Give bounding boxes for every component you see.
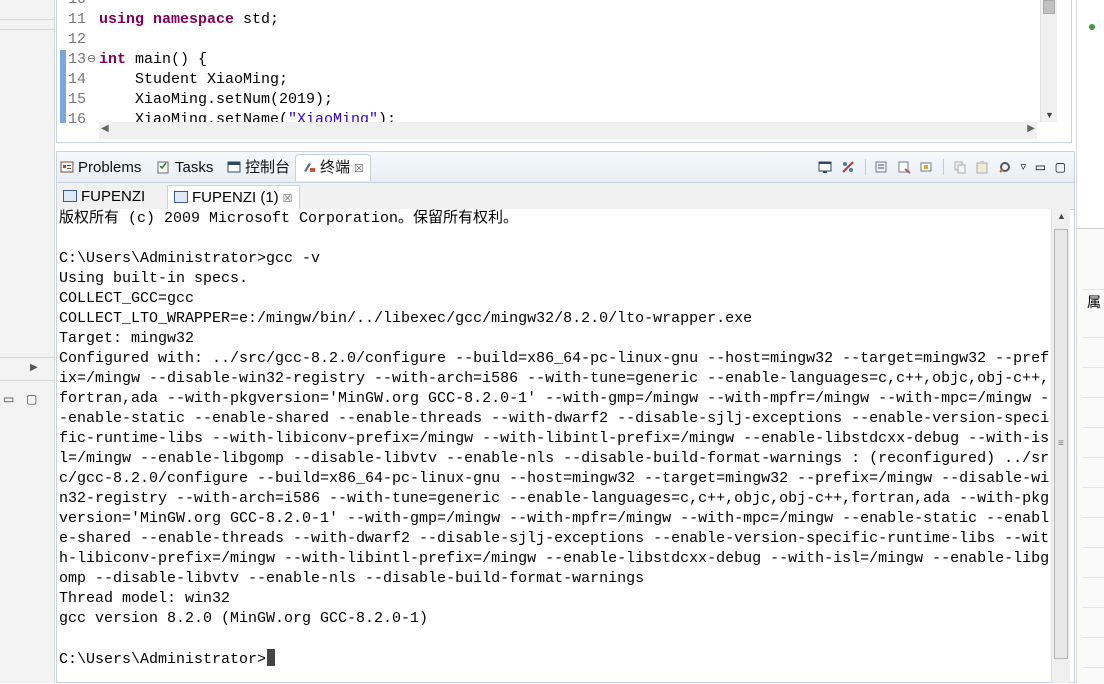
terminal-line: -enable-static --enable-shared --enable-… (59, 410, 1050, 427)
scroll-thumb[interactable]: ≡ (1054, 229, 1068, 659)
paste-icon[interactable] (975, 160, 989, 174)
settings-icon[interactable] (998, 160, 1012, 174)
disconnect-icon[interactable] (841, 160, 855, 174)
tab-terminal[interactable]: 终端 ☒ (295, 154, 371, 181)
session-tab-label: FUPENZI (1) (192, 189, 279, 206)
line-number: 14 (68, 71, 87, 88)
terminal-line: omp --disable-libvtv --enable-nls --disa… (59, 570, 645, 587)
minimize-icon[interactable]: ▭ (3, 392, 14, 406)
line-number: 13 (68, 51, 87, 68)
tab-tasks[interactable]: Tasks (157, 155, 213, 181)
clear-console-icon[interactable] (897, 160, 911, 174)
code-text: XiaoMing.setNum(2019); (99, 91, 334, 108)
code-text: int main() { (99, 51, 208, 68)
problems-icon (60, 161, 74, 173)
terminal-line: n32-registry --with-arch=i586 --with-tun… (59, 490, 1050, 507)
terminal-prompt[interactable]: C:\Users\Administrator> (58, 649, 1052, 669)
editor-horizontal-scrollbar[interactable]: ◀ ▶ (99, 122, 1037, 139)
terminal-line: Target: mingw32 (59, 330, 195, 347)
terminal-line: h-libiconv-prefix=/mingw --with-libintl-… (59, 550, 1050, 567)
terminal-output[interactable]: 版权所有 (c) 2009 Microsoft Corporation。保留所有… (58, 209, 1052, 681)
terminal-line: c/gcc-8.2.0/configure --build=x86_64-pc-… (59, 470, 1050, 487)
view-menu-icon[interactable]: ▿ (1021, 160, 1027, 174)
close-icon[interactable]: ☒ (283, 193, 293, 205)
tab-console[interactable]: 控制台 (227, 155, 290, 181)
tab-terminal-label: 终端 (320, 159, 351, 176)
properties-label[interactable]: 属 (1087, 292, 1101, 312)
terminal-session-tabs: FUPENZI FUPENZI (1) ☒ (57, 183, 1074, 210)
code-text: Student XiaoMing; (99, 71, 289, 88)
tab-problems-label: Problems (78, 159, 142, 176)
terminal-session-icon (174, 191, 188, 203)
scroll-up-icon[interactable]: ▲ (1057, 211, 1066, 221)
line-number: 16 (68, 111, 87, 128)
terminal-line: Thread model: win32 (59, 590, 231, 607)
session-tab-label: FUPENZI (81, 188, 146, 205)
terminal-icon (304, 163, 315, 172)
scroll-thumb[interactable] (1043, 0, 1055, 14)
terminal-line: COLLECT_GCC=gcc (59, 290, 195, 307)
bottom-panel: Problems Tasks 控制台 终端 ☒ ▿ ▭ ▢ FUPENZI FU… (56, 151, 1075, 683)
terminal-line: Configured with: ../src/gcc-8.2.0/config… (59, 350, 1050, 367)
copy-icon[interactable] (953, 160, 967, 174)
line-number: 12 (68, 31, 87, 48)
terminal-line: COLLECT_LTO_WRAPPER=e:/mingw/bin/../libe… (59, 310, 753, 327)
terminal-vertical-scrollbar[interactable]: ▲ ≡ (1051, 209, 1070, 683)
tab-problems[interactable]: Problems (60, 155, 141, 181)
minimize-icon[interactable]: ▭ (1035, 160, 1046, 174)
change-marker (60, 50, 66, 123)
tab-tasks-label: Tasks (175, 159, 214, 176)
session-tab-fupenzi-1[interactable]: FUPENZI (1) ☒ (167, 185, 300, 210)
console-icon (227, 161, 241, 173)
close-icon[interactable]: ☒ (354, 163, 364, 175)
terminal-line: ix=/mingw --disable-win32-registry --wit… (59, 370, 1050, 387)
scroll-down-icon[interactable]: ▼ (1045, 110, 1054, 120)
terminal-line: C:\Users\Administrator>gcc -v (59, 250, 321, 267)
line-number: 11 (68, 11, 87, 28)
scroll-right-icon[interactable]: ▶ (1027, 123, 1035, 134)
status-dot-icon (1089, 24, 1095, 30)
scroll-left-icon[interactable]: ◀ (101, 123, 109, 134)
new-terminal-icon[interactable] (818, 160, 832, 174)
panel-toolbar: ▿ ▭ ▢ (813, 158, 1066, 176)
pin-icon[interactable] (919, 160, 933, 174)
tasks-icon (157, 161, 169, 174)
line-number: 15 (68, 91, 87, 108)
maximize-icon[interactable]: ▢ (26, 392, 37, 406)
terminal-session-icon (63, 190, 77, 202)
code-editor[interactable]: ⊖ 1011using namespace std;1213int main()… (56, 0, 1072, 143)
scroll-lock-icon[interactable] (874, 160, 888, 174)
session-tab-fupenzi[interactable]: FUPENZI (63, 185, 145, 209)
terminal-line: e-shared --enable-threads --with-dwarf2 … (59, 530, 1050, 547)
code-text: using namespace std; (99, 11, 280, 28)
editor-vertical-scrollbar[interactable]: ▼ (1040, 0, 1057, 122)
tab-console-label: 控制台 (245, 159, 291, 176)
terminal-line: fic-runtime-libs --with-libiconv-prefix=… (59, 430, 1050, 447)
line-number: 10 (68, 0, 98, 10)
terminal-line: 版权所有 (c) 2009 Microsoft Corporation。保留所有… (59, 210, 519, 227)
maximize-icon[interactable]: ▢ (1055, 160, 1066, 174)
view-tab-bar: Problems Tasks 控制台 终端 ☒ ▿ ▭ ▢ (57, 152, 1074, 183)
terminal-line: Using built-in specs. (59, 270, 249, 287)
expand-arrow-icon[interactable]: ▶ (30, 362, 38, 373)
right-side-panel: 属 (1076, 0, 1104, 684)
terminal-line: gcc version 8.2.0 (MinGW.org GCC-8.2.0-1… (59, 610, 429, 627)
text-cursor (267, 649, 276, 666)
terminal-line: fortran,ada --with-pkgversion='MinGW.org… (59, 390, 1050, 407)
terminal-line: l=/mingw --enable-libgomp --disable-libv… (59, 450, 1050, 467)
terminal-line: version='MinGW.org GCC-8.2.0-1' --with-g… (59, 510, 1050, 527)
left-side-panel: ▶ ▭ ▢ (0, 0, 55, 683)
